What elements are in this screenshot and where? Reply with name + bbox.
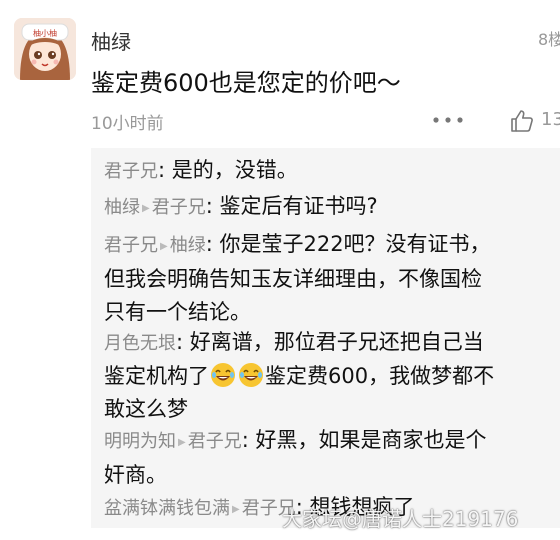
post-time: 10小时前 [91,114,164,134]
like-count: 13 [541,109,560,130]
laughing-emoji-icon [210,362,236,388]
replies-panel: 君子兄: 是的，没错。 柚绿 ▶ 君子兄: 鉴定后有证书吗? 君子兄 ▶ 柚绿: 你是莹… [91,148,560,528]
reply-item[interactable]: 月色无垠: 好离谱，那位君子兄还把自己当 鉴定机构了 鉴定费600，我做梦都不 敢… [104,326,556,426]
reply-author[interactable]: 柚绿 [104,197,140,218]
reply-author[interactable]: 月色无垠 [104,333,176,354]
floor-number: 8楼 [538,30,560,49]
reply-text-line: 好黑，如果是商家也是个 [255,428,487,452]
reply-text-line: 鉴定费600，我做梦都不 [265,364,495,388]
reply-text-line: 奸商。 [104,463,167,487]
reply-target[interactable]: 柚绿 [170,235,206,256]
reply-text: 是的，没错。 [171,158,298,182]
reply-author[interactable]: 盆满钵满钱包满 [104,498,230,519]
reply-author[interactable]: 明明为知 [104,431,176,452]
reply-arrow-icon: ▶ [160,241,168,252]
reply-text-line: 只有一个结论。 [104,300,251,324]
reply-item[interactable]: 君子兄 ▶ 柚绿: 你是莹子222吧？没有证书， 但我会明确告知玉友详细理由，不像国… [104,228,556,329]
laughing-emoji-icon [238,362,264,388]
reply-arrow-icon: ▶ [232,504,240,515]
reply-text-line: 敢这么梦 [104,397,188,421]
avatar-image: 柚小柚 [14,18,76,80]
reply-item[interactable]: 柚绿 ▶ 君子兄: 鉴定后有证书吗? [104,190,556,225]
watermark: 大家坛@唐诺人士219176 [282,507,519,531]
reply-arrow-icon: ▶ [142,203,150,214]
more-options-icon[interactable] [432,112,464,126]
thumbs-up-icon[interactable] [510,109,534,133]
reply-text-line: 你是莹子222吧？没有证书， [219,232,491,256]
avatar[interactable]: 柚小柚 [14,18,76,80]
reply-text: 鉴定后有证书吗? [219,194,378,218]
reply-author[interactable]: 君子兄 [104,161,158,182]
reply-item[interactable]: 君子兄: 是的，没错。 [104,154,556,188]
reply-text-line: 但我会明确告知玉友详细理由，不像国检 [104,267,482,291]
post-username[interactable]: 柚绿 [91,26,131,55]
reply-arrow-icon: ▶ [178,437,186,448]
post-content: 鉴定费600也是您定的价吧～ [91,69,401,97]
reply-target[interactable]: 君子兄 [188,431,242,452]
reply-text-line: 好离谱，那位君子兄还把自己当 [189,330,484,354]
reply-item[interactable]: 明明为知 ▶ 君子兄: 好黑，如果是商家也是个 奸商。 [104,424,556,492]
reply-text-line: 鉴定机构了 [104,364,209,388]
reply-target[interactable]: 君子兄 [152,197,206,218]
reply-author[interactable]: 君子兄 [104,235,158,256]
avatar-badge: 柚小柚 [33,28,57,38]
